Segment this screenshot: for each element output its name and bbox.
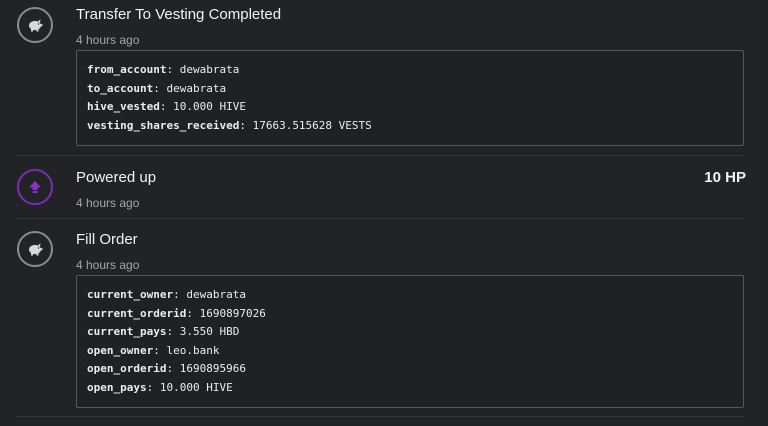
detail-row: hive_vested: 10.000 HIVE — [87, 100, 246, 113]
activity-icon-wrap — [17, 169, 53, 205]
detail-value: 1690895966 — [179, 362, 246, 375]
detail-row: open_orderid: 1690895966 — [87, 362, 246, 375]
activity-amount: 10 HP — [704, 169, 746, 186]
operation-details: current_owner: dewabrata current_orderid… — [76, 275, 744, 408]
detail-row: vesting_shares_received: 17663.515628 VE… — [87, 118, 372, 132]
divider — [16, 218, 744, 219]
detail-row: current_owner: dewabrata — [87, 288, 246, 301]
detail-value: dewabrata — [179, 63, 240, 76]
detail-key: current_orderid — [87, 306, 187, 320]
detail-row: from_account: dewabrata — [87, 63, 240, 76]
detail-key: open_owner — [87, 343, 154, 357]
divider — [16, 155, 744, 156]
detail-row: current_pays: 3.550 HBD — [87, 325, 240, 338]
detail-row: to_account: dewabrata — [87, 81, 227, 95]
detail-value: dewabrata — [186, 288, 246, 301]
detail-value: 10.000 HIVE — [173, 100, 246, 113]
activity-icon-wrap — [17, 231, 53, 267]
activity-timestamp: 4 hours ago — [76, 196, 140, 210]
detail-row: open_owner: leo.bank — [87, 343, 220, 357]
detail-row: current_orderid: 1690897026 — [87, 306, 266, 320]
detail-key: to_account — [87, 81, 154, 95]
arrow-up-icon — [29, 181, 41, 193]
activity-title: Transfer To Vesting Completed — [76, 6, 282, 23]
detail-key: from_account — [87, 63, 167, 76]
activity-title: Powered up — [76, 169, 157, 186]
detail-value: 17663.515628 VESTS — [252, 118, 372, 132]
detail-key: open_orderid — [87, 362, 167, 375]
piggy-bank-icon — [29, 19, 43, 32]
activity-icon-wrap — [17, 7, 53, 43]
detail-value: dewabrata — [166, 81, 227, 95]
activity-title: Fill Order — [76, 231, 138, 248]
detail-key: vesting_shares_received — [87, 118, 240, 132]
detail-key: open_pays — [87, 380, 147, 394]
detail-value: 1690897026 — [199, 306, 266, 320]
detail-value: 10.000 HIVE — [159, 380, 233, 394]
activity-timestamp: 4 hours ago — [76, 258, 140, 272]
operation-details: from_account: dewabrata to_account: dewa… — [76, 50, 744, 146]
detail-row: open_pays: 10.000 HIVE — [87, 380, 233, 394]
detail-value: leo.bank — [166, 343, 220, 357]
detail-value: 3.550 HBD — [179, 325, 240, 338]
activity-timestamp: 4 hours ago — [76, 33, 140, 47]
piggy-bank-icon — [29, 243, 43, 256]
detail-key: hive_vested — [87, 100, 160, 113]
divider — [16, 416, 744, 417]
activity-feed: Transfer To Vesting Completed 4 hours ag… — [0, 0, 768, 426]
detail-key: current_pays — [87, 325, 167, 338]
detail-key: current_owner — [87, 288, 174, 301]
